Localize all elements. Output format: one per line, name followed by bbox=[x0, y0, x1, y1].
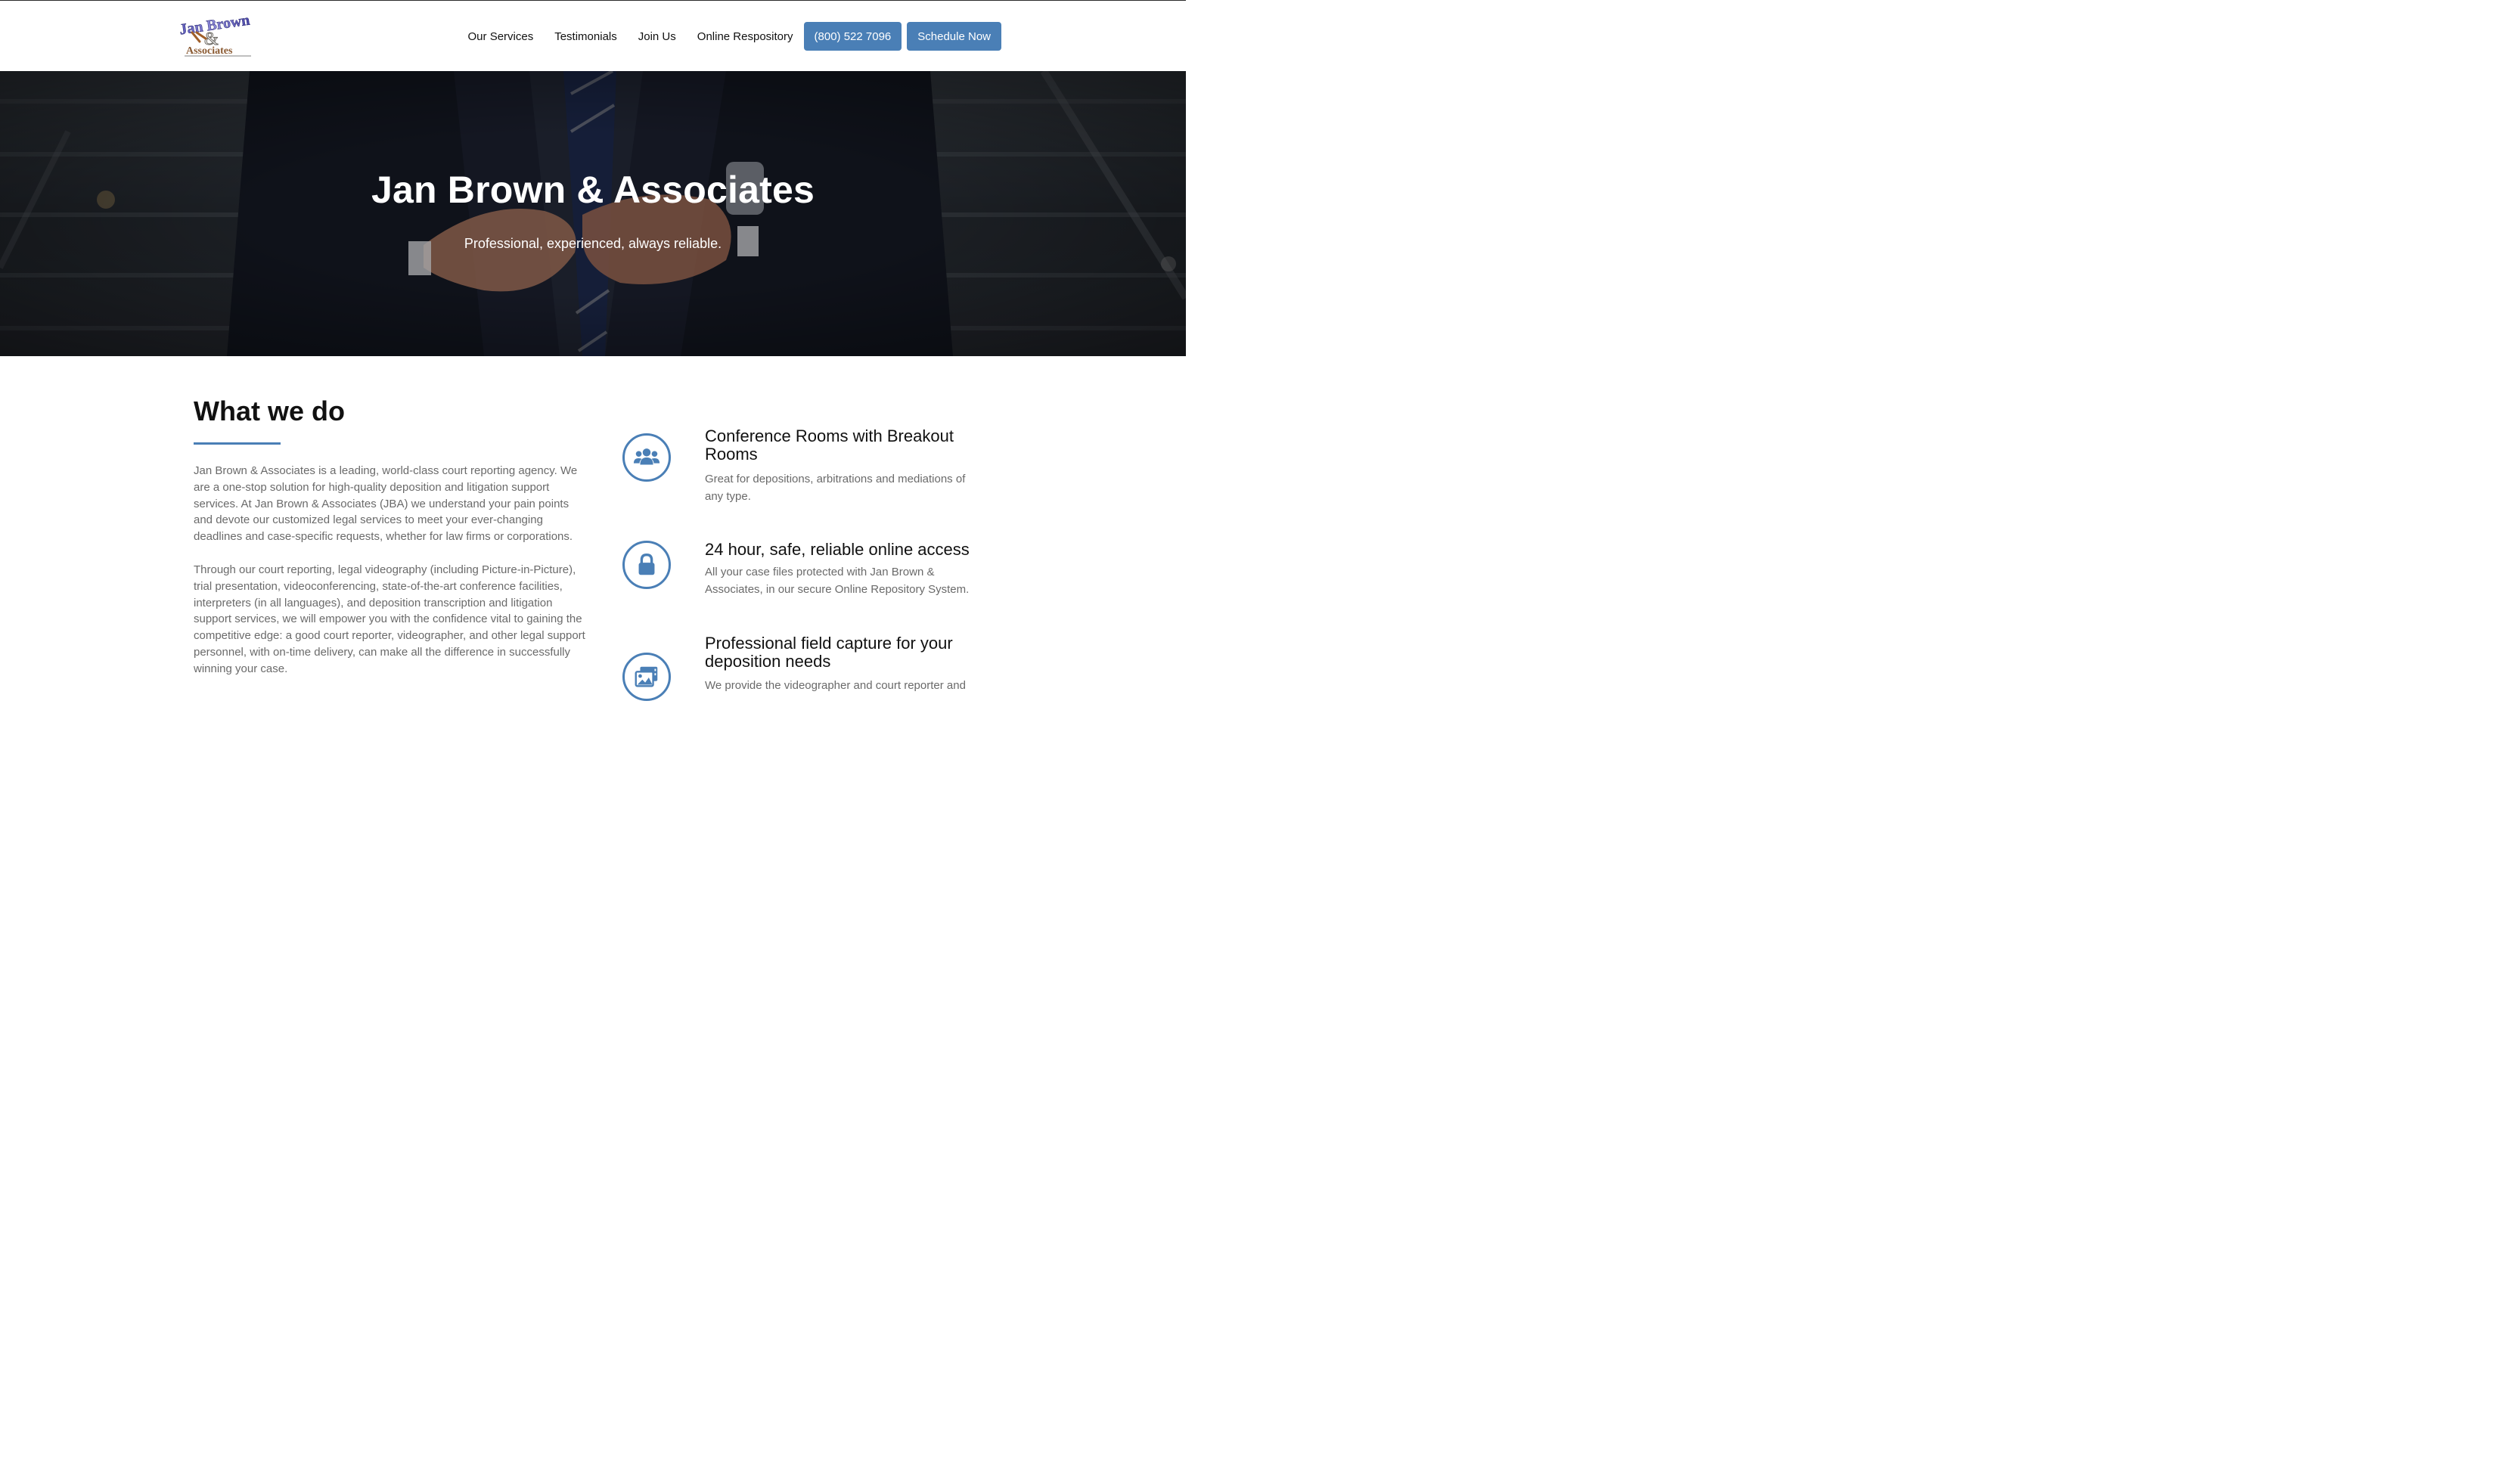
feature-title: 24 hour, safe, reliable online access bbox=[705, 540, 970, 559]
what-we-do-section: What we do Jan Brown & Associates is a l… bbox=[194, 395, 591, 694]
main-nav: Our Services Testimonials Join Us Online… bbox=[468, 22, 1001, 51]
nav-join-us[interactable]: Join Us bbox=[638, 30, 676, 43]
logo-graphic: Jan Brown & Associates bbox=[178, 11, 251, 57]
nav-our-services[interactable]: Our Services bbox=[468, 30, 534, 43]
feature-text: Conference Rooms with Breakout Rooms Gre… bbox=[705, 427, 985, 505]
title-underline bbox=[194, 442, 281, 445]
hero-banner: Jan Brown & Associates Professional, exp… bbox=[0, 71, 1186, 356]
users-icon bbox=[622, 433, 671, 482]
intro-paragraph: Jan Brown & Associates is a leading, wor… bbox=[194, 464, 578, 544]
feature-description: We provide the videographer and court re… bbox=[705, 679, 966, 692]
services-paragraph: Through our court reporting, legal video… bbox=[194, 563, 585, 675]
feature-text: Professional field capture for your depo… bbox=[705, 634, 985, 694]
feature-description: Great for depositions, arbitrations and … bbox=[705, 473, 966, 503]
schedule-now-button[interactable]: Schedule Now bbox=[907, 22, 1001, 51]
hero-title: Jan Brown & Associates bbox=[371, 169, 815, 211]
feature-title: Conference Rooms with Breakout Rooms bbox=[705, 426, 954, 464]
feature-title: Professional field capture for your depo… bbox=[705, 634, 953, 671]
feature-description: All your case files protected with Jan B… bbox=[705, 566, 970, 596]
lock-icon bbox=[622, 541, 671, 589]
company-logo[interactable]: Jan Brown & Associates bbox=[177, 10, 253, 57]
photo-video-icon bbox=[622, 653, 671, 701]
main-content: What we do Jan Brown & Associates is a l… bbox=[0, 356, 1186, 701]
hero-subtitle: Professional, experienced, always reliab… bbox=[464, 236, 722, 251]
hero-content: Jan Brown & Associates Professional, exp… bbox=[0, 71, 1186, 356]
feature-text: 24 hour, safe, reliable online access Al… bbox=[705, 541, 985, 598]
site-header: Jan Brown & Associates Our Services Test… bbox=[0, 1, 1186, 71]
phone-button[interactable]: (800) 522 7096 bbox=[803, 22, 902, 51]
nav-testimonials[interactable]: Testimonials bbox=[554, 30, 617, 43]
nav-online-repository[interactable]: Online Respository bbox=[697, 30, 793, 43]
section-title: What we do bbox=[194, 395, 345, 426]
svg-text:Associates: Associates bbox=[186, 45, 233, 57]
